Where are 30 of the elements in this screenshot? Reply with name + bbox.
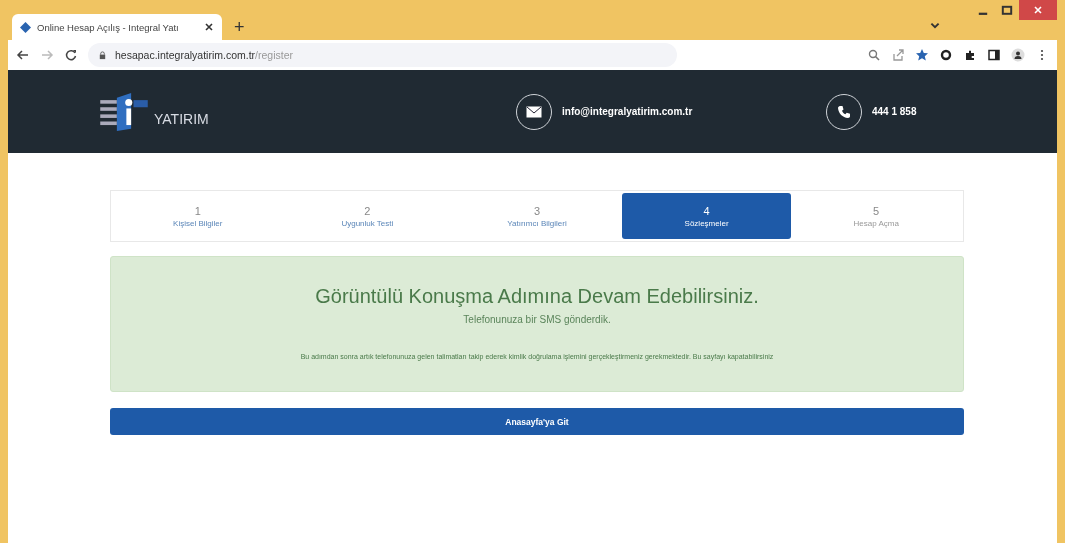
address-bar[interactable]: hesapac.integralyatirim.com.tr/register [88, 43, 677, 67]
star-icon[interactable] [915, 48, 929, 62]
logo-text: YATIRIM [154, 110, 209, 127]
share-icon[interactable] [891, 48, 905, 62]
profile-icon[interactable] [1011, 48, 1025, 62]
logo-icon [100, 92, 148, 131]
step-tab[interactable]: 1 Kişisel Bilgiler [113, 193, 283, 239]
browser-tab[interactable]: Online Hesap Açılış - Integral Yatı [12, 14, 222, 40]
step-tab[interactable]: 3 Yatırımcı Bilgileri [452, 193, 622, 239]
puzzle-icon[interactable] [963, 48, 977, 62]
maximize-icon[interactable] [1000, 4, 1014, 18]
close-icon [1033, 5, 1043, 15]
reload-icon[interactable] [64, 48, 78, 62]
step-tab[interactable]: 5 Hesap Açma [791, 193, 961, 239]
new-tab-button[interactable]: + [230, 14, 249, 40]
alert-title: Görüntülü Konuşma Adımına Devam Edebilirsiniz. [315, 285, 759, 308]
search-icon[interactable] [867, 48, 881, 62]
step-tab[interactable]: 2 Uygunluk Testi [282, 193, 453, 239]
lock-icon [98, 50, 107, 60]
alert-subtitle: Telefonunuza bir SMS gönderdik. [463, 314, 611, 325]
step-tab[interactable]: 4 Sözleşmeler [621, 193, 792, 239]
close-icon[interactable] [204, 22, 214, 32]
tab-title: Online Hesap Açılış - Integral Yatı [37, 21, 180, 33]
email-link[interactable]: info@integralyatirim.com.tr [562, 106, 693, 117]
diamond-icon [20, 21, 31, 33]
back-icon[interactable] [16, 48, 30, 62]
side-panel-icon[interactable] [987, 48, 1001, 62]
home-button[interactable]: Anasayfa'ya Git [110, 408, 964, 435]
ring-icon[interactable] [939, 48, 953, 62]
phone-number[interactable]: 444 1 858 [872, 106, 917, 117]
